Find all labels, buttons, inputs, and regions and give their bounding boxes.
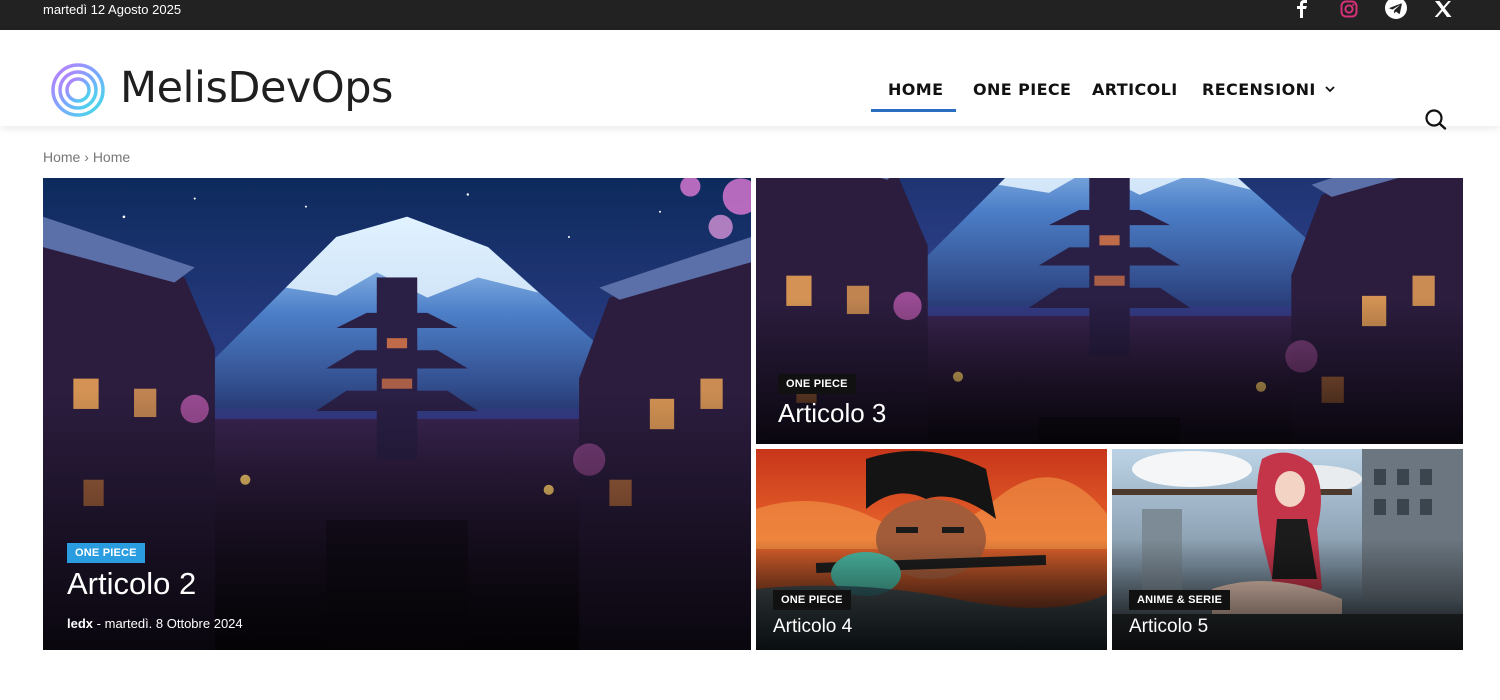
article-card-3[interactable]: ONE PIECE Articolo 3: [756, 178, 1463, 444]
category-badge[interactable]: ONE PIECE: [778, 374, 856, 394]
facebook-icon[interactable]: [1290, 0, 1314, 18]
top-bar: martedì 12 Agosto 2025: [0, 0, 1500, 30]
breadcrumb-current: Home: [92, 149, 131, 165]
article-card-2[interactable]: ONE PIECE Articolo 2 ledx - martedì. 8 O…: [43, 178, 751, 650]
nav-articoli[interactable]: ARTICOLI: [1092, 77, 1178, 101]
card-overlay: [43, 390, 751, 650]
breadcrumb-separator: ›: [84, 149, 89, 165]
category-badge[interactable]: ONE PIECE: [67, 543, 145, 563]
x-icon[interactable]: [1431, 0, 1455, 18]
article-card-4[interactable]: ONE PIECE Articolo 4: [756, 449, 1107, 650]
telegram-icon[interactable]: [1384, 0, 1408, 19]
category-badge[interactable]: ONE PIECE: [773, 590, 851, 610]
nav-active-indicator: [871, 109, 956, 112]
article-author[interactable]: ledx: [67, 616, 93, 631]
chevron-down-icon: [1325, 86, 1335, 93]
article-title[interactable]: Articolo 2: [67, 566, 196, 602]
article-title[interactable]: Articolo 5: [1129, 616, 1208, 638]
article-title[interactable]: Articolo 3: [778, 398, 886, 429]
brand-logo-icon[interactable]: [50, 62, 106, 118]
article-card-5[interactable]: ANIME & SERIE Articolo 5: [1112, 449, 1463, 650]
article-meta: ledx - martedì. 8 Ottobre 2024: [67, 616, 243, 631]
article-date: martedì. 8 Ottobre 2024: [104, 616, 243, 631]
nav-recensioni[interactable]: RECENSIONI: [1202, 77, 1336, 101]
article-title[interactable]: Articolo 4: [773, 616, 852, 638]
meta-separator: -: [96, 616, 101, 631]
instagram-icon[interactable]: [1337, 0, 1361, 18]
search-icon[interactable]: [1424, 108, 1448, 130]
current-date: martedì 12 Agosto 2025: [43, 2, 182, 17]
breadcrumb-home-link[interactable]: Home: [43, 149, 80, 165]
category-badge[interactable]: ANIME & SERIE: [1129, 590, 1231, 610]
breadcrumb: Home › Home: [43, 149, 130, 165]
site-header: MelisDevOps HOME ONE PIECE ARTICOLI RECE…: [0, 30, 1500, 130]
nav-home[interactable]: HOME: [888, 77, 943, 101]
nav-one-piece[interactable]: ONE PIECE: [973, 77, 1071, 101]
brand-name[interactable]: MelisDevOps: [120, 63, 393, 113]
nav-recensioni-label: RECENSIONI: [1202, 79, 1316, 99]
